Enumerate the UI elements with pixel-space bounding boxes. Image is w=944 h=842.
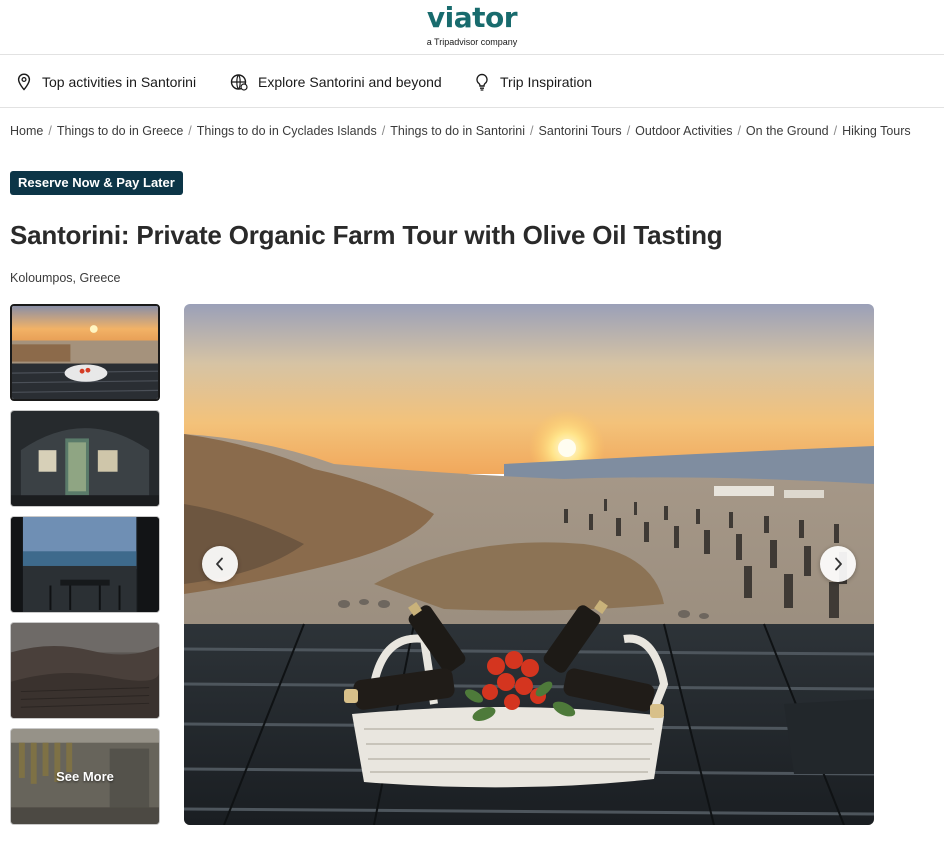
map-pin-icon (16, 73, 32, 91)
cave-room-thumbnail-image (11, 411, 159, 506)
breadcrumb-separator: / (737, 124, 741, 138)
lightbulb-icon (474, 73, 490, 91)
breadcrumb-separator: / (530, 124, 534, 138)
breadcrumb-separator: / (626, 124, 631, 138)
terrace-view-thumbnail-image (11, 517, 159, 612)
breadcrumb-outdoor-activities[interactable]: Outdoor Activities (635, 124, 732, 138)
breadcrumb-separator: / (833, 124, 838, 138)
nav-explore[interactable]: Explore Santorini and beyond (230, 71, 442, 93)
site-header: viator a Tripadvisor company (0, 0, 944, 55)
hillside-thumbnail-image (11, 623, 159, 718)
nav-label: Trip Inspiration (500, 74, 593, 90)
gallery-prev-button[interactable] (202, 546, 238, 582)
top-navigation: Top activities in Santorini Explore Sant… (0, 56, 944, 108)
page-title: Santorini: Private Organic Farm Tour wit… (10, 220, 723, 250)
nav-trip-inspiration[interactable]: Trip Inspiration (474, 71, 592, 93)
breadcrumb-santorini-tours[interactable]: Santorini Tours (539, 124, 622, 138)
gallery-thumbnail-3[interactable] (10, 516, 160, 613)
viator-logo[interactable]: viator a Tripadvisor company (0, 1, 944, 47)
sunset-farm-thumbnail-image (12, 306, 158, 399)
see-more-label[interactable]: See More (11, 729, 159, 824)
breadcrumb-greece[interactable]: Things to do in Greece (57, 124, 183, 138)
breadcrumb-on-the-ground[interactable]: On the Ground (746, 124, 829, 138)
breadcrumb: Home / Things to do in Greece / Things t… (10, 124, 911, 138)
reserve-now-badge: Reserve Now & Pay Later (10, 171, 183, 195)
breadcrumb-cyclades[interactable]: Things to do in Cyclades Islands (197, 124, 377, 138)
breadcrumb-separator: / (48, 124, 52, 138)
globe-icon (230, 73, 248, 91)
gallery-thumbnail-4[interactable] (10, 622, 160, 719)
breadcrumb-home[interactable]: Home (10, 124, 43, 138)
gallery-thumbnail-1[interactable] (10, 304, 160, 401)
nav-label: Top activities in Santorini (42, 74, 197, 90)
nav-top-activities[interactable]: Top activities in Santorini (16, 71, 196, 93)
chevron-left-icon (214, 557, 226, 571)
sunset-olive-oil-basket-image (184, 304, 874, 825)
logo-tagline: a Tripadvisor company (426, 37, 518, 47)
nav-label: Explore Santorini and beyond (258, 74, 442, 90)
breadcrumb-hiking-tours[interactable]: Hiking Tours (842, 124, 911, 138)
breadcrumb-santorini[interactable]: Things to do in Santorini (390, 124, 525, 138)
gallery-thumbnail-5[interactable]: See More (10, 728, 160, 825)
product-location[interactable]: Koloumpos, Greece (10, 271, 120, 285)
breadcrumb-separator: / (188, 124, 192, 138)
chevron-right-icon (832, 557, 844, 571)
breadcrumb-separator: / (381, 124, 386, 138)
logo-wordmark: viator (426, 1, 518, 34)
gallery-next-button[interactable] (820, 546, 856, 582)
main-gallery-image[interactable] (184, 304, 874, 825)
gallery-thumbnail-2[interactable] (10, 410, 160, 507)
